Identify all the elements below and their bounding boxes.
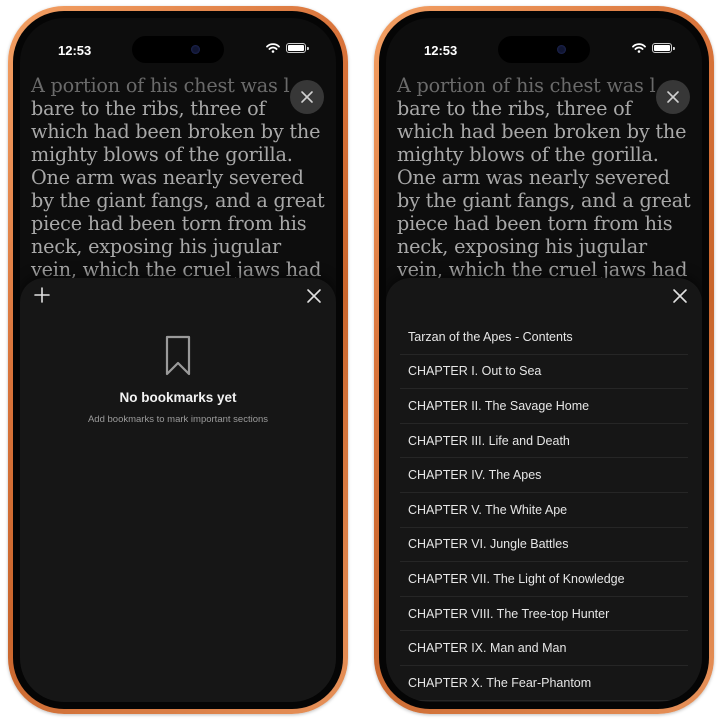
reader-line: bare to the ribs, three of [397, 97, 632, 120]
close-icon [667, 91, 679, 103]
phone-bezel: 12:53 A portion of his chest was l bare … [13, 11, 343, 709]
battery-icon [652, 43, 675, 53]
close-icon[interactable] [670, 286, 690, 306]
battery-icon [286, 43, 309, 53]
contents-item[interactable]: CHAPTER VII. The Light of Knowledge [400, 562, 688, 597]
empty-title: No bookmarks yet [119, 390, 237, 405]
screen-contents: 12:53 A portion of his chest was l bare … [386, 18, 702, 702]
screen-bookmarks: 12:53 A portion of his chest was l bare … [20, 18, 336, 702]
contents-item[interactable]: CHAPTER III. Life and Death [400, 424, 688, 459]
contents-item[interactable]: CHAPTER II. The Savage Home [400, 389, 688, 424]
camera-icon [191, 45, 200, 54]
plus-icon[interactable] [32, 285, 52, 305]
status-icons [632, 43, 675, 53]
contents-item[interactable]: CHAPTER IV. The Apes [400, 458, 688, 493]
reader-line: mighty blows of the gorilla. [31, 143, 293, 166]
contents-item[interactable]: CHAPTER IX. Man and Man [400, 631, 688, 666]
reader-line: bare to the ribs, three of [31, 97, 266, 120]
phone-contents: 12:53 A portion of his chest was l bare … [374, 6, 714, 714]
reader-text: A portion of his chest was l bare to the… [31, 74, 331, 281]
reader-line: mighty blows of the gorilla. [397, 143, 659, 166]
reader-close-button[interactable] [290, 80, 324, 114]
dynamic-island [132, 36, 224, 63]
status-time: 12:53 [424, 43, 458, 58]
close-icon [301, 91, 313, 103]
reader-text: A portion of his chest was l bare to the… [397, 74, 697, 281]
reader-line: A portion of his chest was l [397, 74, 656, 97]
contents-item[interactable]: CHAPTER VIII. The Tree-top Hunter [400, 597, 688, 632]
contents-list: Tarzan of the Apes - Contents CHAPTER I.… [400, 320, 688, 701]
phone-bezel: 12:53 A portion of his chest was l bare … [379, 11, 709, 709]
status-time: 12:53 [58, 43, 92, 58]
wifi-icon [632, 43, 646, 53]
reader-line: which had been broken by the [31, 120, 321, 143]
reader-line: by the giant fangs, and a great [397, 189, 691, 212]
contents-item[interactable]: CHAPTER X. The Fear-Phantom [400, 666, 688, 701]
reader-line: neck, exposing his jugular [31, 235, 281, 258]
contents-item[interactable]: CHAPTER V. The White Ape [400, 493, 688, 528]
reader-line: by the giant fangs, and a great [31, 189, 325, 212]
camera-icon [557, 45, 566, 54]
reader-line: which had been broken by the [397, 120, 687, 143]
contents-item[interactable]: CHAPTER VI. Jungle Battles [400, 528, 688, 563]
bookmarks-sheet: No bookmarks yet Add bookmarks to mark i… [20, 278, 336, 702]
contents-item[interactable]: Tarzan of the Apes - Contents [400, 320, 688, 355]
reader-line: piece had been torn from his [397, 212, 673, 235]
reader-line: One arm was nearly severed [31, 166, 304, 189]
reader-line: neck, exposing his jugular [397, 235, 647, 258]
wifi-icon [266, 43, 280, 53]
empty-subtitle: Add bookmarks to mark important sections [87, 414, 269, 425]
reader-close-button[interactable] [656, 80, 690, 114]
phone-bookmarks: 12:53 A portion of his chest was l bare … [8, 6, 348, 714]
status-bar: 12:53 [386, 18, 702, 64]
reader-line: One arm was nearly severed [397, 166, 670, 189]
dynamic-island [498, 36, 590, 63]
reader-line: A portion of his chest was l [31, 74, 290, 97]
contents-item[interactable]: CHAPTER I. Out to Sea [400, 355, 688, 390]
contents-sheet: Tarzan of the Apes - Contents CHAPTER I.… [386, 278, 702, 702]
empty-state: No bookmarks yet Add bookmarks to mark i… [20, 334, 336, 425]
status-bar: 12:53 [20, 18, 336, 64]
close-icon[interactable] [304, 286, 324, 306]
bookmark-icon [165, 335, 191, 376]
reader-line: piece had been torn from his [31, 212, 307, 235]
status-icons [266, 43, 309, 53]
